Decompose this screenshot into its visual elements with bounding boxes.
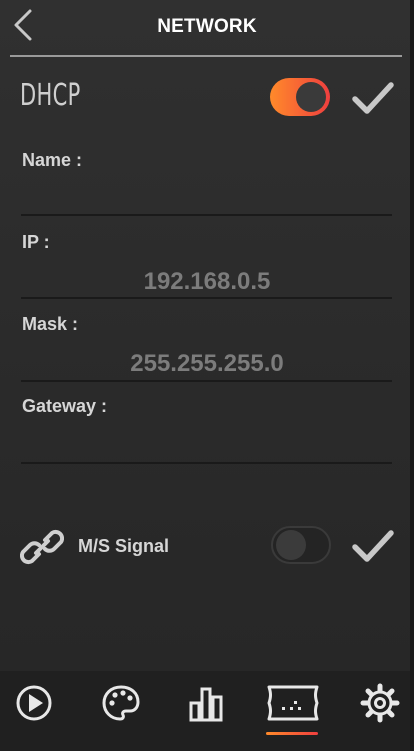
ip-field[interactable]: 192.168.0.5 bbox=[0, 268, 414, 296]
name-field-underline bbox=[21, 214, 392, 216]
ip-field-underline bbox=[21, 297, 392, 299]
gateway-field-underline bbox=[21, 462, 392, 464]
tab-stats[interactable] bbox=[186, 683, 246, 739]
mask-label: Mask : bbox=[22, 314, 79, 334]
gear-icon bbox=[360, 683, 400, 723]
toggle-knob bbox=[276, 530, 306, 560]
tab-settings[interactable] bbox=[360, 683, 414, 739]
dhcp-toggle[interactable] bbox=[270, 78, 330, 116]
check-icon bbox=[352, 530, 394, 562]
screen-setup-icon bbox=[267, 685, 319, 721]
header: NETWORK bbox=[0, 0, 410, 56]
bar-chart-icon bbox=[189, 687, 223, 722]
dhcp-confirm-button[interactable] bbox=[352, 80, 394, 116]
tab-play[interactable] bbox=[14, 683, 74, 739]
dhcp-label: DHCP bbox=[20, 78, 81, 113]
check-icon bbox=[352, 82, 394, 114]
link-icon bbox=[19, 525, 65, 569]
mask-field-underline bbox=[21, 380, 392, 382]
ms-signal-toggle[interactable] bbox=[271, 526, 331, 564]
header-divider bbox=[10, 55, 402, 57]
gateway-label: Gateway : bbox=[22, 396, 108, 416]
ms-signal-label: M/S Signal bbox=[78, 536, 170, 556]
palette-icon bbox=[102, 685, 140, 721]
active-tab-indicator bbox=[266, 732, 318, 735]
tab-colors[interactable] bbox=[101, 683, 161, 739]
page-title: NETWORK bbox=[157, 16, 257, 37]
ip-label: IP : bbox=[22, 232, 50, 252]
toggle-knob bbox=[296, 82, 326, 112]
tab-screen-setup[interactable] bbox=[265, 683, 325, 739]
name-label: Name : bbox=[22, 150, 83, 170]
ms-signal-confirm-button[interactable] bbox=[352, 528, 394, 564]
bottom-nav bbox=[0, 671, 410, 751]
play-icon bbox=[16, 685, 52, 721]
mask-field[interactable]: 255.255.255.0 bbox=[0, 350, 414, 378]
